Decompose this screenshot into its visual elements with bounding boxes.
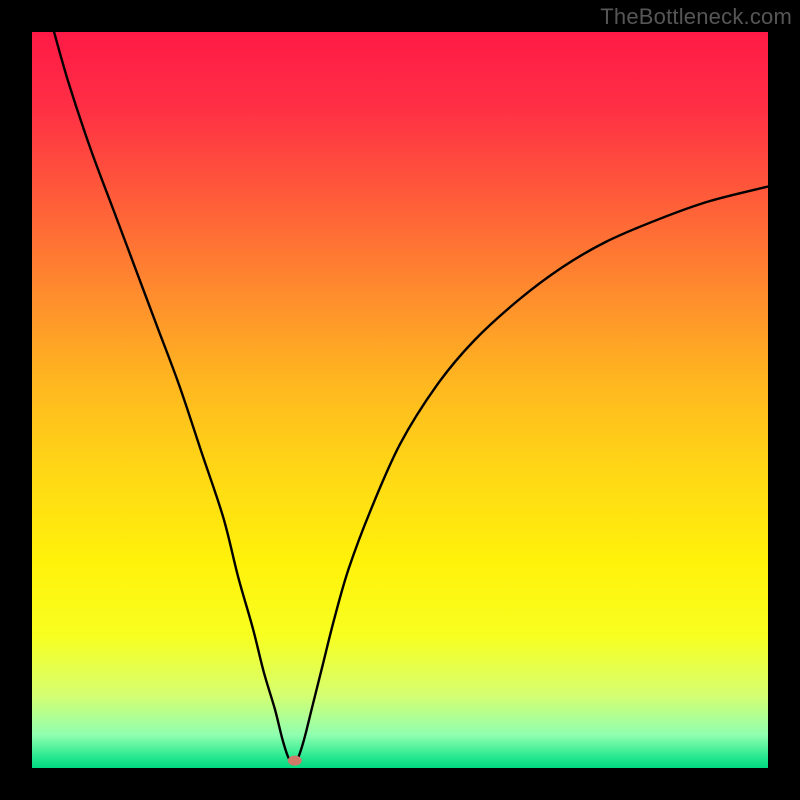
plot-area [32,32,768,768]
watermark-text: TheBottleneck.com [600,4,792,30]
chart-frame: TheBottleneck.com [0,0,800,800]
bottleneck-curve [32,32,768,768]
notch-marker [288,756,302,766]
